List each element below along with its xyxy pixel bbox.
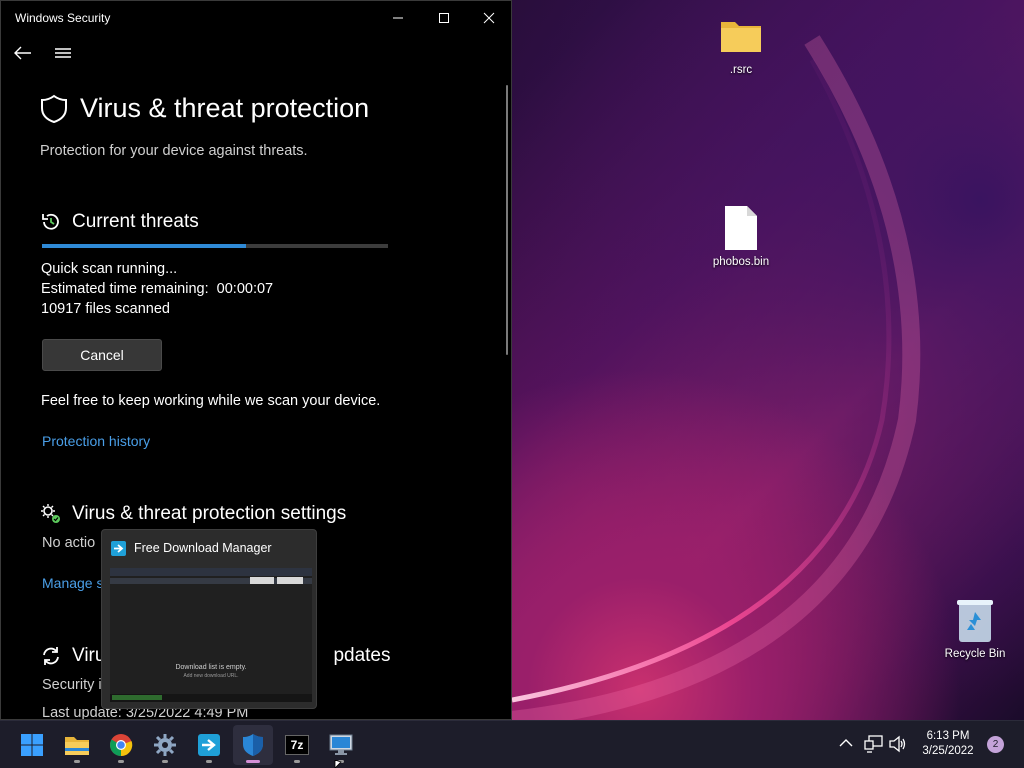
title-bar[interactable]: Windows Security [1, 1, 511, 35]
windows-security-icon [243, 734, 263, 756]
page-title-text: Virus & threat protection [80, 93, 370, 123]
history-scan-icon [42, 213, 59, 230]
notification-badge[interactable]: 2 [987, 736, 1004, 753]
settings-heading: Virus & threat protection settings [40, 503, 346, 525]
taskbar-7zip[interactable]: 7z [277, 725, 317, 765]
close-button[interactable] [466, 1, 511, 35]
desktop-icon-label: Recycle Bin [944, 648, 1006, 660]
hamburger-icon [55, 48, 71, 58]
start-button[interactable] [12, 725, 52, 765]
keep-working-note: Feel free to keep working while we scan … [41, 393, 381, 409]
cancel-button[interactable]: Cancel [42, 339, 162, 371]
folder-icon [717, 12, 765, 60]
desktop-icon-phobos[interactable]: phobos.bin [701, 204, 781, 268]
7zip-label: 7z [290, 738, 304, 752]
minimize-button[interactable] [375, 1, 421, 35]
chevron-up-icon[interactable] [838, 735, 854, 751]
scan-progress-fill [42, 244, 247, 248]
time-remaining-value: 00:00:07 [216, 281, 274, 297]
updates-status: Security i [42, 677, 102, 693]
network-icon[interactable] [864, 734, 884, 754]
scrollbar[interactable] [506, 85, 508, 355]
page-title: Virus & threat protection [40, 93, 369, 124]
close-icon [483, 12, 495, 24]
thumbnail-empty-message: Download list is empty. [175, 664, 247, 671]
chrome-icon [110, 734, 133, 757]
file-explorer-icon [65, 737, 89, 755]
hamburger-menu-button[interactable] [51, 41, 75, 65]
start-icon [21, 734, 43, 756]
thumbnail-title: Free Download Manager [134, 541, 272, 555]
desktop-icon-label: phobos.bin [712, 256, 770, 268]
taskbar-windows-security[interactable] [233, 725, 273, 765]
shield-icon [41, 94, 67, 123]
time-remaining: Estimated time remaining: 00:00:07 [41, 281, 273, 297]
remote-desktop-icon [329, 734, 353, 755]
settings-icon [154, 734, 176, 756]
taskbar-remote-desktop[interactable] [321, 725, 361, 765]
files-scanned: 10917 files scanned [41, 301, 170, 317]
desktop-icon-label: .rsrc [729, 64, 753, 76]
page-subtitle: Protection for your device against threa… [40, 143, 308, 159]
taskbar-free-download-manager[interactable] [189, 725, 229, 765]
scan-progress-bar [42, 244, 388, 248]
desktop-icon-rsrc[interactable]: .rsrc [701, 12, 781, 76]
free-download-manager-icon [111, 540, 126, 556]
file-icon [717, 204, 765, 252]
desktop-icon-recycle-bin[interactable]: Recycle Bin [935, 596, 1015, 660]
window-title: Windows Security [15, 11, 111, 25]
minimize-icon [393, 17, 403, 19]
refresh-update-icon [43, 647, 59, 665]
current-threats-heading: Current threats [40, 211, 199, 233]
maximize-icon [439, 13, 449, 23]
taskbar-chrome[interactable] [101, 725, 141, 765]
mouse-cursor-icon [334, 760, 342, 768]
back-arrow-icon [14, 46, 31, 60]
volume-icon[interactable] [888, 734, 908, 754]
thumbnail-empty-hint: Add new download URL. [183, 673, 239, 679]
maximize-button[interactable] [421, 1, 467, 35]
protection-history-link[interactable]: Protection history [42, 433, 150, 449]
taskbar-clock[interactable]: 6:13 PM 3/25/2022 [916, 729, 980, 759]
7zip-icon: 7z [285, 735, 309, 755]
thumbnail-preview: Download list is empty. Add new download… [110, 568, 312, 702]
taskbar-settings[interactable] [145, 725, 185, 765]
taskbar: 7z 6:13 PM 3/25/2022 2 [0, 720, 1024, 768]
recycle-bin-icon [951, 596, 999, 644]
settings-gear-icon [41, 504, 60, 523]
manage-settings-link[interactable]: Manage s [42, 575, 103, 591]
back-button[interactable] [11, 41, 35, 65]
taskbar-thumbnail-fdm[interactable]: Free Download Manager Download list is e… [101, 529, 317, 709]
scan-status: Quick scan running... [41, 261, 178, 277]
time-remaining-label: Estimated time remaining: [41, 281, 209, 297]
settings-status: No actio [42, 535, 96, 551]
clock-date: 3/25/2022 [922, 745, 974, 757]
taskbar-file-explorer[interactable] [57, 725, 97, 765]
free-download-manager-icon [198, 734, 220, 756]
clock-time: 6:13 PM [926, 730, 970, 742]
